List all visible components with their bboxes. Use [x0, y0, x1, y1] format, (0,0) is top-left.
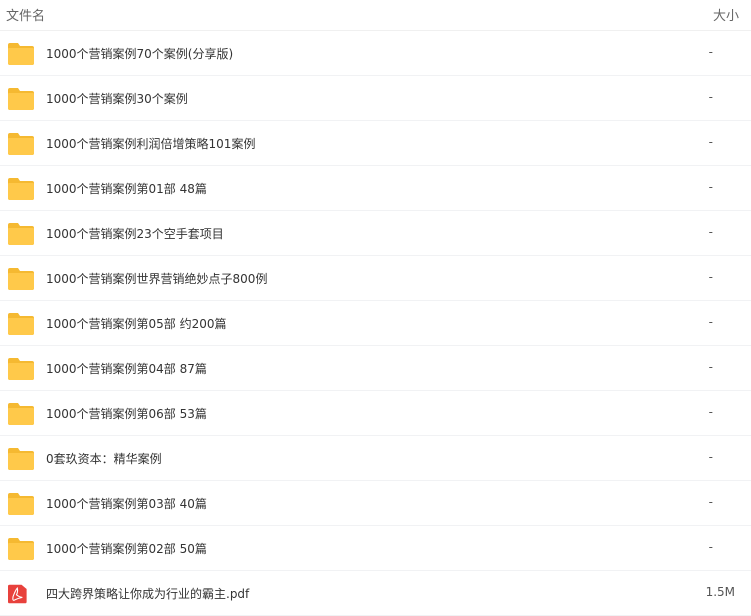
file-name[interactable]: 1000个营销案例70个案例(分享版) [46, 45, 233, 62]
file-name[interactable]: 1000个营销案例第03部 40篇 [46, 495, 207, 512]
file-size: - [708, 135, 713, 149]
column-size-header[interactable]: 大小 [713, 5, 739, 24]
folder-icon [8, 223, 34, 245]
file-size: - [708, 405, 713, 419]
file-name[interactable]: 0套玖资本：精华案例 [46, 450, 162, 467]
file-row-folder[interactable]: 1000个营销案例第05部 约200篇 - [0, 301, 751, 346]
folder-icon [8, 403, 34, 425]
file-size: - [708, 540, 713, 554]
folder-icon [8, 538, 34, 560]
file-row-folder[interactable]: 1000个营销案例世界营销绝妙点子800例 - [0, 256, 751, 301]
folder-icon [8, 268, 34, 290]
file-size: - [708, 495, 713, 509]
file-name[interactable]: 1000个营销案例第02部 50篇 [46, 540, 207, 557]
folder-icon [8, 178, 34, 200]
folder-icon [8, 493, 34, 515]
folder-icon [8, 43, 34, 65]
file-size: - [708, 180, 713, 194]
folder-icon [8, 313, 34, 335]
file-row-folder[interactable]: 1000个营销案例利润倍增策略101案例 - [0, 121, 751, 166]
file-size: - [708, 315, 713, 329]
file-size: - [708, 90, 713, 104]
file-row-folder[interactable]: 0套玖资本：精华案例 - [0, 436, 751, 481]
file-row-folder[interactable]: 1000个营销案例第04部 87篇 - [0, 346, 751, 391]
folder-icon [8, 358, 34, 380]
file-row-folder[interactable]: 1000个营销案例23个空手套项目 - [0, 211, 751, 256]
file-row-folder[interactable]: 1000个营销案例第01部 48篇 - [0, 166, 751, 211]
file-name[interactable]: 1000个营销案例第01部 48篇 [46, 180, 207, 197]
file-name[interactable]: 四大跨界策略让你成为行业的霸主.pdf [46, 585, 249, 602]
file-row-folder[interactable]: 1000个营销案例第02部 50篇 - [0, 526, 751, 571]
file-row-folder[interactable]: 1000个营销案例第03部 40篇 - [0, 481, 751, 526]
file-size: - [708, 45, 713, 59]
column-name-header[interactable]: 文件名 [6, 5, 45, 24]
folder-icon [8, 133, 34, 155]
file-list: 1000个营销案例70个案例(分享版) - 1000个营销案例30个案例 - 1… [0, 31, 751, 616]
file-name[interactable]: 1000个营销案例23个空手套项目 [46, 225, 224, 242]
folder-icon [8, 88, 34, 110]
file-size: 1.5M [705, 585, 735, 599]
file-size: - [708, 450, 713, 464]
file-list-header: 文件名 大小 [0, 0, 751, 31]
file-name[interactable]: 1000个营销案例第04部 87篇 [46, 360, 207, 377]
file-row-pdf[interactable]: 四大跨界策略让你成为行业的霸主.pdf 1.5M [0, 571, 751, 616]
file-name[interactable]: 1000个营销案例利润倍增策略101案例 [46, 135, 255, 152]
pdf-icon [8, 584, 27, 604]
file-row-folder[interactable]: 1000个营销案例70个案例(分享版) - [0, 31, 751, 76]
file-name[interactable]: 1000个营销案例第06部 53篇 [46, 405, 207, 422]
file-size: - [708, 270, 713, 284]
file-size: - [708, 360, 713, 374]
file-name[interactable]: 1000个营销案例世界营销绝妙点子800例 [46, 270, 267, 287]
file-name[interactable]: 1000个营销案例第05部 约200篇 [46, 315, 227, 332]
file-name[interactable]: 1000个营销案例30个案例 [46, 90, 188, 107]
folder-icon [8, 448, 34, 470]
file-size: - [708, 225, 713, 239]
file-row-folder[interactable]: 1000个营销案例第06部 53篇 - [0, 391, 751, 436]
file-row-folder[interactable]: 1000个营销案例30个案例 - [0, 76, 751, 121]
